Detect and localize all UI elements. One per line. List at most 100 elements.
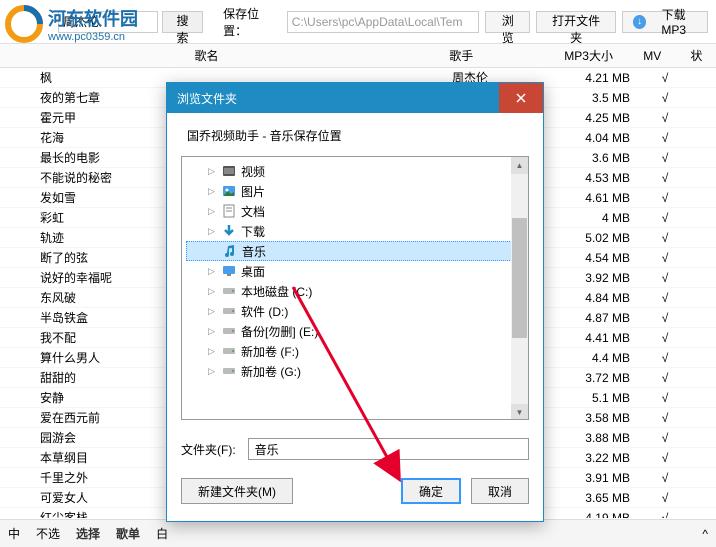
dialog-subtitle: 国乔视频助手 - 音乐保存位置 — [181, 127, 529, 144]
scroll-down-icon[interactable]: ▼ — [511, 404, 528, 420]
mv-check: √ — [640, 211, 690, 225]
browse-button[interactable]: 浏览 — [485, 11, 530, 33]
file-size: 4.84 MB — [560, 291, 640, 305]
mv-check: √ — [640, 171, 690, 185]
mv-check: √ — [640, 291, 690, 305]
open-folder-button[interactable]: 打开文件夹 — [536, 11, 616, 33]
tree-scrollbar[interactable]: ▲ ▼ — [511, 157, 528, 420]
mv-check: √ — [640, 191, 690, 205]
mv-check: √ — [640, 311, 690, 325]
new-folder-button[interactable]: 新建文件夹(M) — [181, 478, 293, 504]
tree-label: 视频 — [241, 163, 265, 180]
header-size[interactable]: MP3大小 — [549, 47, 627, 64]
expand-icon[interactable]: ▷ — [206, 266, 217, 277]
file-size: 3.91 MB — [560, 471, 640, 485]
folder-label: 文件夹(F): — [181, 441, 236, 458]
mv-check: √ — [640, 451, 690, 465]
logo-icon — [4, 4, 44, 44]
folder-tree[interactable]: ▷ 视频▷ 图片▷ 文档▷ 下载 音乐▷ 桌面▷ 本地磁盘 (C:)▷ 软件 (… — [181, 156, 529, 420]
select-action[interactable]: 选择 — [76, 525, 100, 542]
file-size: 4.21 MB — [560, 71, 640, 85]
tree-item-desktop[interactable]: ▷ 桌面 — [186, 261, 524, 281]
tree-item-drive[interactable]: ▷ 备份[勿删] (E:) — [186, 321, 524, 341]
tree-item-video[interactable]: ▷ 视频 — [186, 161, 524, 181]
drive-icon — [221, 323, 237, 339]
tree-label: 本地磁盘 (C:) — [241, 283, 312, 300]
file-size: 3.88 MB — [560, 431, 640, 445]
expand-icon[interactable]: ▷ — [206, 346, 217, 357]
expand-icon[interactable] — [207, 246, 218, 257]
tree-label: 新加卷 (G:) — [241, 363, 301, 380]
expand-icon[interactable]: ▷ — [206, 206, 217, 217]
ok-button[interactable]: 确定 — [401, 478, 461, 504]
songlist[interactable]: 歌单 — [116, 525, 140, 542]
file-size: 4 MB — [560, 211, 640, 225]
file-size: 5.1 MB — [560, 391, 640, 405]
folder-name-input[interactable] — [248, 438, 529, 460]
site-logo: 河东软件园 www.pc0359.cn — [0, 0, 142, 48]
download-icon — [221, 223, 237, 239]
expand-icon[interactable]: ▷ — [206, 326, 217, 337]
tree-label: 音乐 — [242, 243, 266, 260]
mv-check: √ — [640, 111, 690, 125]
mv-check: √ — [640, 91, 690, 105]
mv-check: √ — [640, 511, 690, 519]
select-all[interactable]: 中 — [8, 525, 20, 542]
save-path-input[interactable] — [287, 11, 480, 33]
save-location-label: 保存位置： — [223, 5, 281, 39]
header-artist[interactable]: 歌手 — [373, 47, 549, 64]
tree-item-drive[interactable]: ▷ 新加卷 (F:) — [186, 341, 524, 361]
mv-check: √ — [640, 251, 690, 265]
close-button[interactable] — [499, 83, 543, 113]
expand-icon[interactable]: ▷ — [206, 286, 217, 297]
logo-url: www.pc0359.cn — [48, 31, 138, 43]
expand-icon[interactable]: ▷ — [206, 166, 217, 177]
mv-check: √ — [640, 271, 690, 285]
white[interactable]: 白 — [156, 525, 168, 542]
expand-icon[interactable]: ▷ — [206, 366, 217, 377]
tree-item-drive[interactable]: ▷ 新加卷 (G:) — [186, 361, 524, 381]
tree-item-drive[interactable]: ▷ 软件 (D:) — [186, 301, 524, 321]
expand-icon[interactable]: ▷ — [206, 186, 217, 197]
file-size: 4.04 MB — [560, 131, 640, 145]
video-icon — [221, 163, 237, 179]
desktop-icon — [221, 263, 237, 279]
scroll-thumb[interactable] — [512, 218, 527, 338]
scroll-up-icon[interactable]: ▲ — [511, 157, 528, 174]
caret-icon[interactable]: ^ — [702, 527, 708, 541]
bottom-toolbar: 中 不选 选择 歌单 白 ^ — [0, 519, 716, 547]
tree-item-drive[interactable]: ▷ 本地磁盘 (C:) — [186, 281, 524, 301]
mv-check: √ — [640, 231, 690, 245]
file-size: 4.61 MB — [560, 191, 640, 205]
download-mp3-button[interactable]: ↓ 下载MP3 — [622, 11, 708, 33]
tree-item-docs[interactable]: ▷ 文档 — [186, 201, 524, 221]
mv-check: √ — [640, 431, 690, 445]
file-size: 4.87 MB — [560, 311, 640, 325]
browse-folder-dialog: 浏览文件夹 国乔视频助手 - 音乐保存位置 ▷ 视频▷ 图片▷ 文档▷ 下载 音… — [166, 82, 544, 522]
tree-item-music[interactable]: 音乐 — [186, 241, 524, 261]
file-size: 3.6 MB — [560, 151, 640, 165]
logo-title: 河东软件园 — [48, 5, 138, 31]
file-size: 4.54 MB — [560, 251, 640, 265]
drive-icon — [221, 363, 237, 379]
tree-item-download[interactable]: ▷ 下载 — [186, 221, 524, 241]
select-none[interactable]: 不选 — [36, 525, 60, 542]
file-size: 4.53 MB — [560, 171, 640, 185]
tree-label: 备份[勿删] (E:) — [241, 323, 318, 340]
mv-check: √ — [640, 71, 690, 85]
expand-icon[interactable]: ▷ — [206, 306, 217, 317]
expand-icon[interactable]: ▷ — [206, 226, 217, 237]
mv-check: √ — [640, 471, 690, 485]
file-size: 3.22 MB — [560, 451, 640, 465]
file-size: 4.19 MB — [560, 511, 640, 519]
header-song[interactable]: 歌名 — [0, 47, 373, 64]
mv-check: √ — [640, 151, 690, 165]
file-size: 5.02 MB — [560, 231, 640, 245]
cancel-button[interactable]: 取消 — [471, 478, 529, 504]
header-mv[interactable]: MV — [628, 49, 677, 63]
mv-check: √ — [640, 411, 690, 425]
header-status[interactable]: 状 — [677, 47, 716, 64]
search-button[interactable]: 搜索 — [162, 11, 203, 33]
mv-check: √ — [640, 331, 690, 345]
tree-item-pics[interactable]: ▷ 图片 — [186, 181, 524, 201]
